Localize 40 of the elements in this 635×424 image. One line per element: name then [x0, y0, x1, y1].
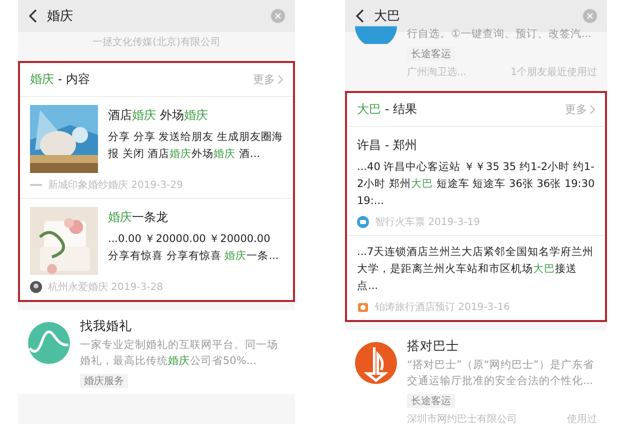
- avatar-icon: [30, 281, 42, 293]
- result-source: 铂涛旅行酒店预订 2019-3-16: [375, 300, 510, 314]
- result-source: 智行火车票 2019-3-19: [375, 216, 480, 229]
- sword-logo-icon: [355, 342, 397, 384]
- chevron-icon: [278, 75, 283, 84]
- result-snippet: ...0.00 ￥20000.00 ￥20000.00 分享有惊喜 分享有惊喜 婚庆一条...: [108, 232, 280, 264]
- section-title: 婚庆 - 内容: [30, 71, 90, 88]
- app-card[interactable]: 找我婚礼 一家专业定制婚礼的互联网平台。同一场婚礼，最高比传统婚庆公司省50%... 婚庆服务: [18, 310, 295, 394]
- app-description: “搭对巴士”（原“网约巴士”）是广东省交通运输厅批准的安全合法的个性化...: [407, 358, 595, 389]
- back-icon[interactable]: [28, 9, 37, 23]
- result-source: 新城印象婚纱婚庆 2019-3-29: [48, 178, 183, 192]
- search-field[interactable]: 婚庆: [47, 7, 261, 25]
- logo-icon: [355, 26, 397, 44]
- section-title: 大巴 - 结果: [357, 101, 417, 118]
- app-card[interactable]: 搭对巴士 “搭对巴士”（原“网约巴士”）是广东省交通运输厅批准的安全合法的个性化... 长途客运 深圳市网约巴士有限公司 使用过: [345, 330, 607, 424]
- wave-logo-icon: [28, 322, 70, 364]
- result-snippet: ...40 许昌中心客运站 ￥￥35 35 约1-2小时 约1-2小时 郑州大巴 短途车 短途车 36张 36张 19:30 19:...: [357, 160, 595, 209]
- search-field[interactable]: 大巴: [374, 7, 573, 25]
- app-description: 一家专业定制婚礼的互联网平台。同一场婚礼，最高比传统婚庆公司省50%...: [80, 338, 279, 369]
- developer-name: 广州淘卫选...: [407, 66, 467, 79]
- usage-note: 1个朋友最近使用过: [510, 66, 597, 79]
- category-tag: 长途客运: [407, 394, 455, 408]
- category-tag: 婚庆服务: [80, 374, 128, 388]
- category-tag: 长途客运: [407, 47, 455, 61]
- result-source: 杭州永爱婚庆 2019-3-28: [48, 280, 163, 294]
- hotel-icon: [357, 301, 369, 313]
- usage-note: 使用过: [567, 412, 597, 424]
- chevron-icon: [590, 105, 595, 114]
- result-title[interactable]: 许昌 - 郑州: [357, 137, 595, 154]
- app-title: 搭对巴士: [407, 338, 460, 355]
- train-icon: [357, 216, 369, 228]
- back-icon[interactable]: [355, 9, 364, 23]
- app-title: 找我婚礼: [80, 318, 133, 335]
- result-snippet: ...7天连锁酒店兰州兰大店紧邻全国知名学府兰州大学，是距离兰州火车站和市区机场大巴接送点...: [357, 245, 595, 294]
- search-bar[interactable]: 婚庆: [18, 0, 295, 32]
- result-snippet: 分享 分享 发送给朋友 生成朋友圈海报 关闭 酒店婚庆外场婚庆 酒...: [108, 130, 283, 162]
- developer-name: 深圳市网约巴士有限公司: [407, 412, 517, 424]
- result-title[interactable]: 酒店婚庆 外场婚庆: [108, 107, 283, 124]
- company-name: 一拯文化传媒(北京)有限公司: [92, 36, 222, 49]
- result-title[interactable]: 婚庆一条龙: [108, 209, 283, 226]
